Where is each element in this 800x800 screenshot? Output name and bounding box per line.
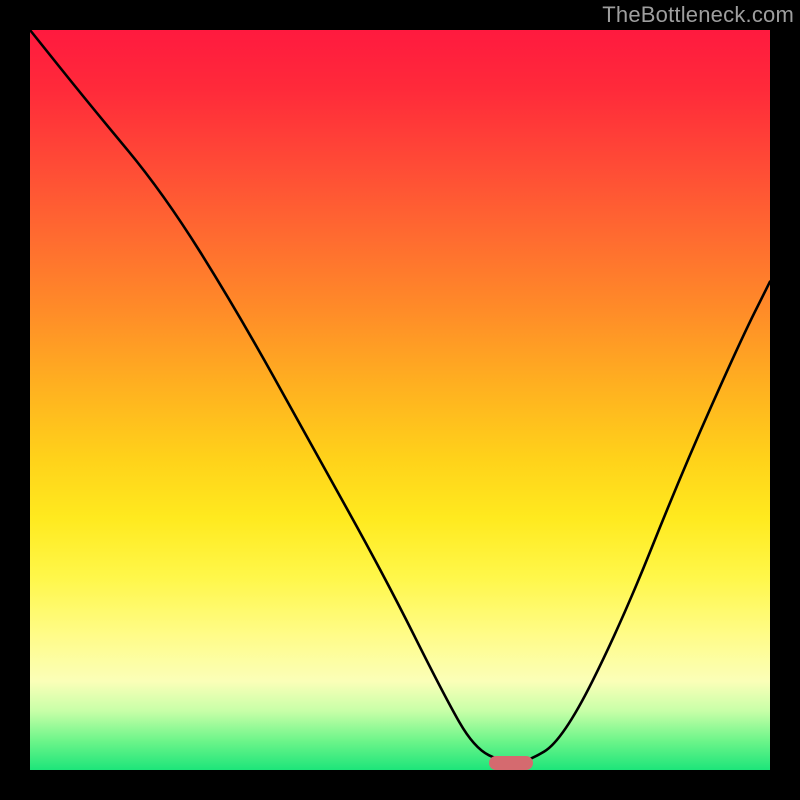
watermark-text: TheBottleneck.com	[602, 2, 794, 28]
bottleneck-curve	[30, 30, 770, 770]
chart-frame: TheBottleneck.com	[0, 0, 800, 800]
plot-area	[30, 30, 770, 770]
curve-path	[30, 30, 770, 763]
optimal-marker	[489, 756, 533, 770]
